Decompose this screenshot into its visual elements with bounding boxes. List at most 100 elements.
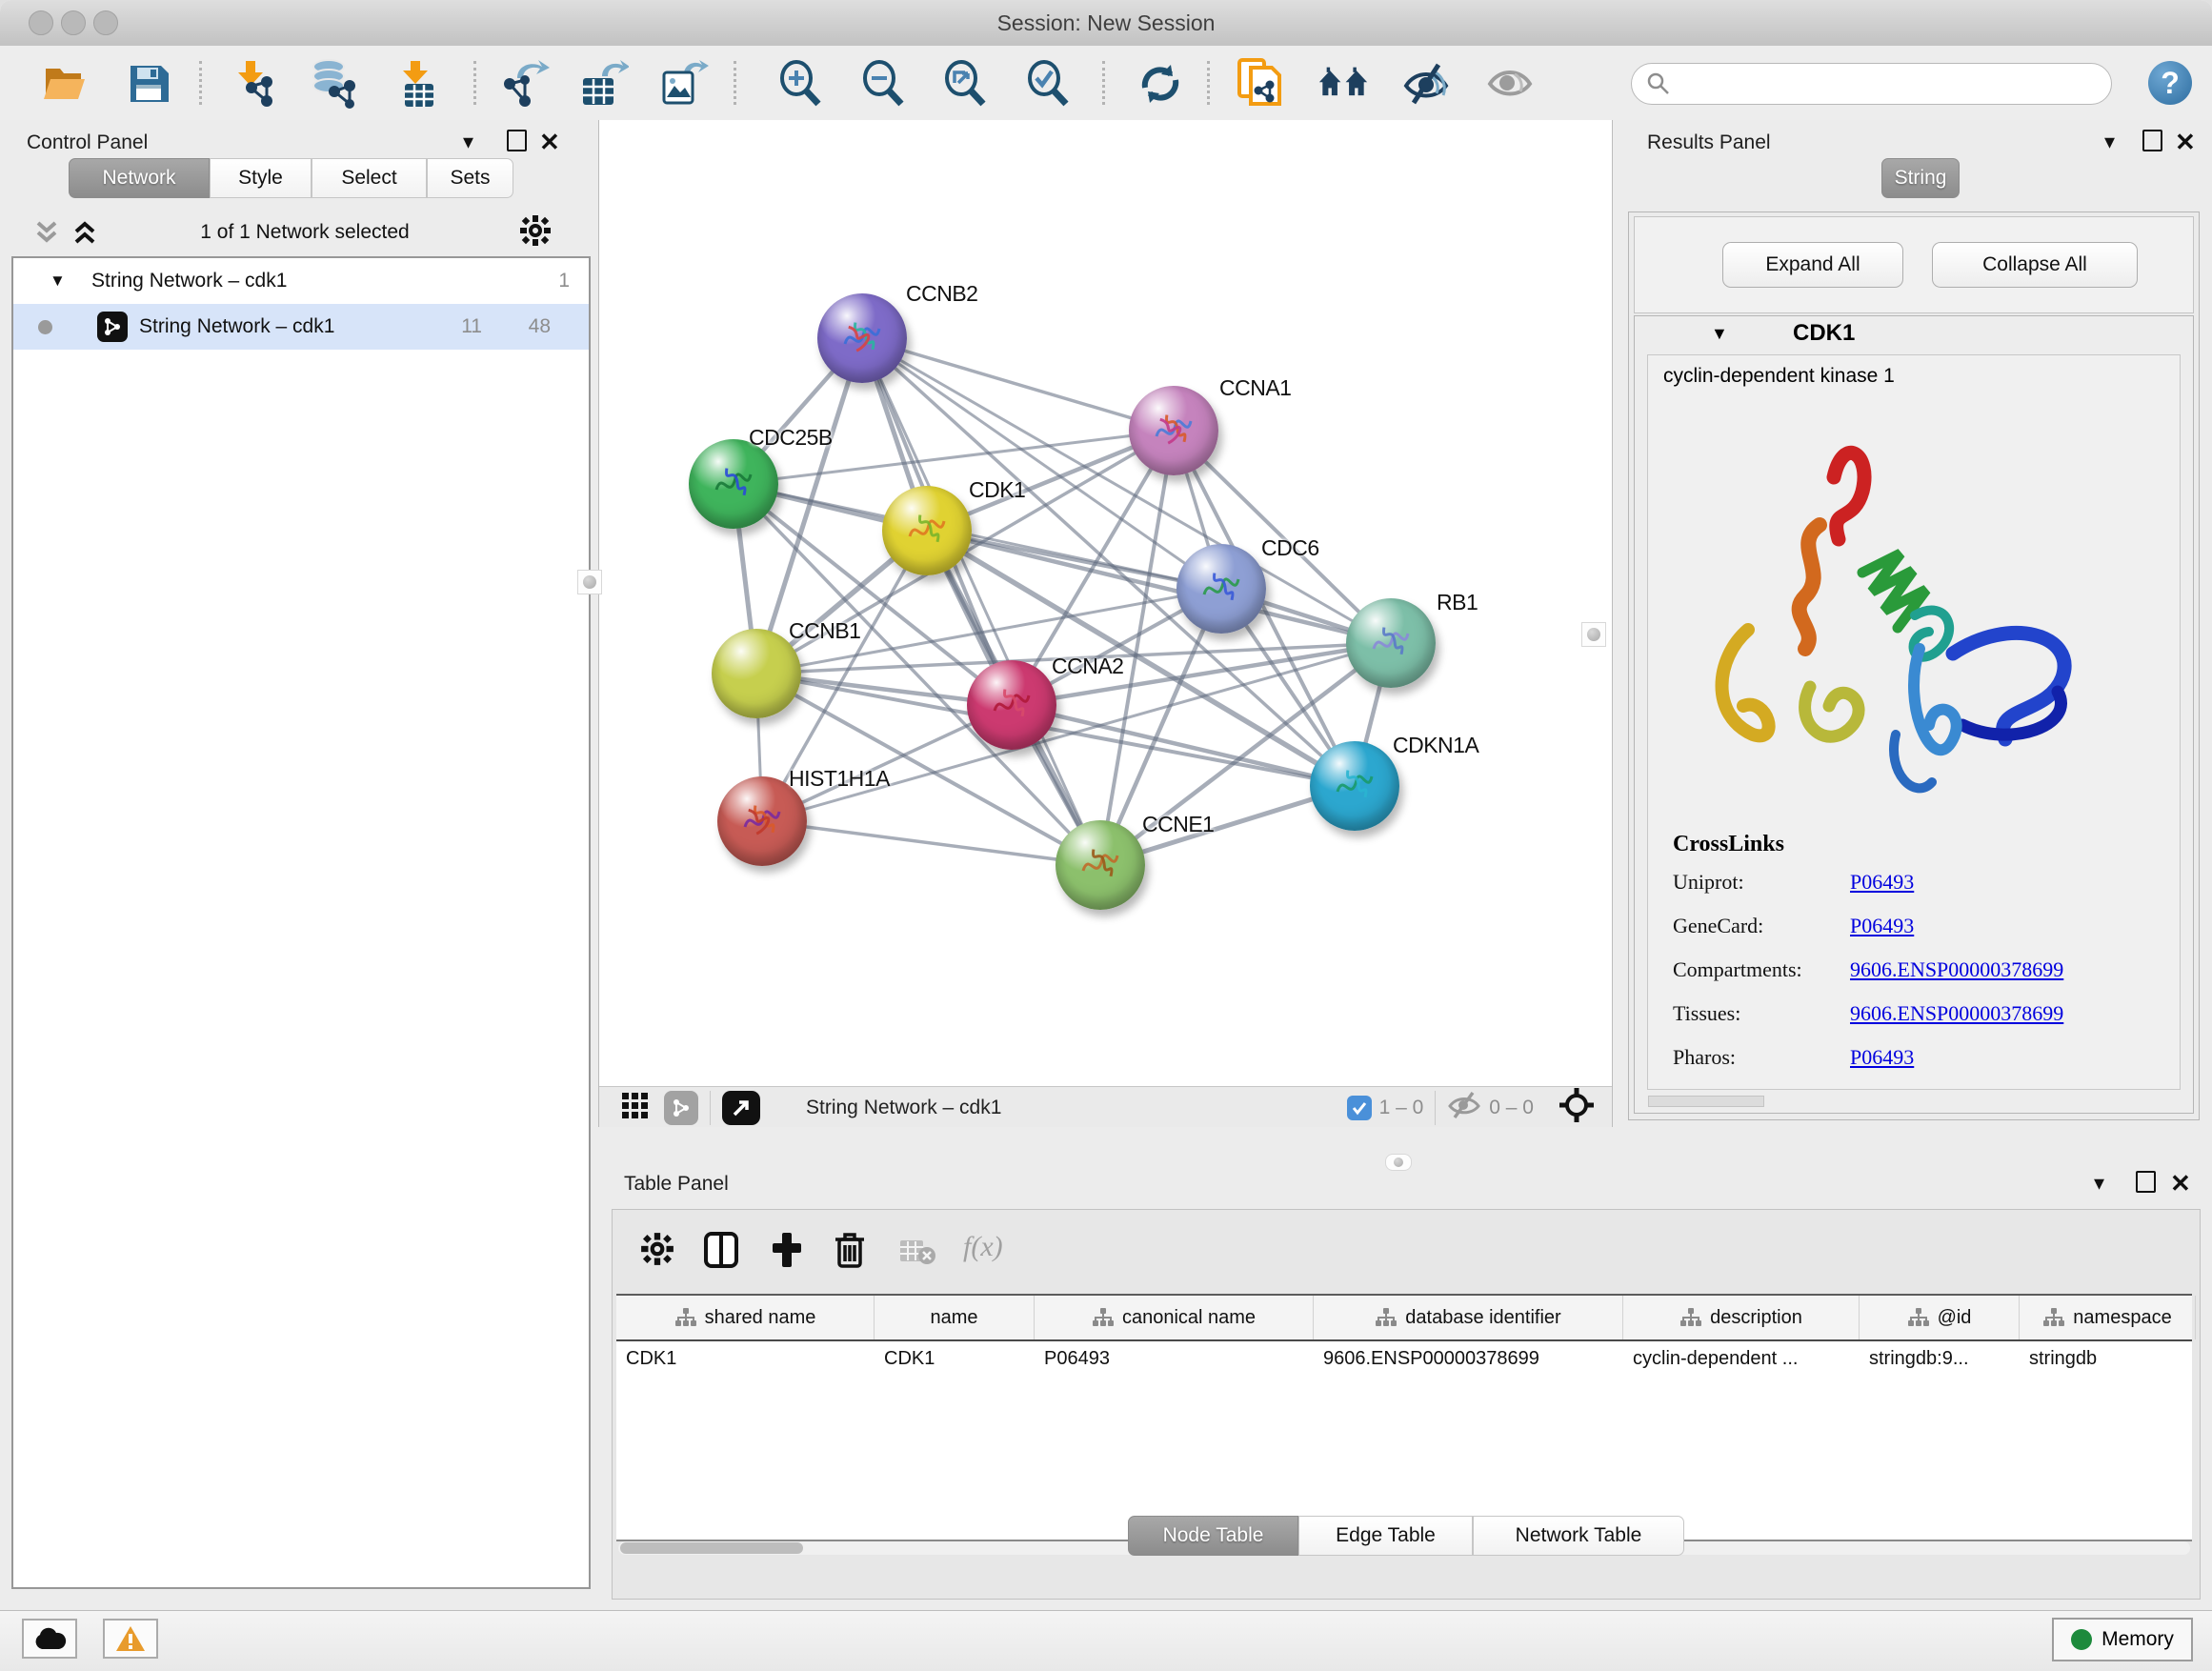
- help-button[interactable]: ?: [2148, 61, 2192, 105]
- network-node-CDC6[interactable]: [1176, 544, 1266, 634]
- edge-CCNB2-CCNA1[interactable]: [862, 338, 1174, 431]
- crosslink-link[interactable]: 9606.ENSP00000378699: [1850, 1001, 2063, 1026]
- network-node-CCNB2[interactable]: [817, 293, 907, 383]
- column-header--id[interactable]: @id: [1860, 1296, 2020, 1339]
- first-neighbors-icon[interactable]: [1318, 59, 1368, 109]
- collapse-all-button[interactable]: Collapse All: [1932, 242, 2138, 288]
- zoom-out-icon[interactable]: [859, 59, 909, 109]
- network-node-CDC25B[interactable]: [689, 439, 778, 529]
- memory-button[interactable]: Memory: [2052, 1618, 2193, 1661]
- search-input[interactable]: [1672, 72, 2085, 96]
- delete-column-trash-icon[interactable]: [834, 1231, 866, 1274]
- panel-undock-icon[interactable]: [2136, 1171, 2156, 1193]
- column-header-database-identifier[interactable]: database identifier: [1314, 1296, 1623, 1339]
- tab-select[interactable]: Select: [312, 158, 427, 198]
- panel-undock-icon[interactable]: [2142, 130, 2162, 151]
- import-database-icon[interactable]: [310, 59, 359, 109]
- table-cell[interactable]: CDK1: [616, 1348, 875, 1370]
- refresh-icon[interactable]: [1136, 59, 1185, 109]
- table-row[interactable]: CDK1CDK1P064939606.ENSP00000378699cyclin…: [616, 1341, 2192, 1376]
- collapse-all-networks-icon[interactable]: [32, 219, 61, 251]
- column-header-canonical-name[interactable]: canonical name: [1035, 1296, 1314, 1339]
- export-image-icon[interactable]: [659, 59, 709, 109]
- network-node-CDK1[interactable]: [882, 486, 972, 575]
- tab-string[interactable]: String: [1881, 158, 1960, 198]
- scrollbar-thumb[interactable]: [620, 1542, 803, 1554]
- table-cell[interactable]: CDK1: [875, 1348, 1035, 1370]
- edge-CCNB2-CCNE1[interactable]: [862, 338, 1100, 865]
- selected-checkbox-icon[interactable]: [1347, 1096, 1372, 1120]
- tab-sets[interactable]: Sets: [427, 158, 513, 198]
- column-header-namespace[interactable]: namespace: [2020, 1296, 2196, 1339]
- results-scrollbar[interactable]: [1648, 1096, 1764, 1107]
- column-header-shared-name[interactable]: shared name: [616, 1296, 875, 1339]
- tab-edge-table[interactable]: Edge Table: [1298, 1516, 1473, 1556]
- export-network-icon[interactable]: [500, 59, 550, 109]
- panel-float-icon[interactable]: ▾: [463, 131, 473, 152]
- add-column-icon[interactable]: [769, 1231, 805, 1274]
- panel-close-icon[interactable]: ✕: [2170, 1171, 2191, 1196]
- open-session-icon[interactable]: [40, 59, 90, 109]
- panel-close-icon[interactable]: ✕: [2175, 130, 2196, 154]
- table-cell[interactable]: P06493: [1035, 1348, 1314, 1370]
- column-header-description[interactable]: description: [1623, 1296, 1860, 1339]
- network-node-CCNE1[interactable]: [1056, 820, 1145, 910]
- tab-network-table[interactable]: Network Table: [1473, 1516, 1684, 1556]
- edge-CDK1-RB1[interactable]: [927, 531, 1391, 643]
- cloud-status-button[interactable]: [22, 1619, 77, 1659]
- network-canvas[interactable]: CCNB2CCNA1CDC25BCDK1CDC6RB1CCNB1CCNA2CDK…: [599, 120, 1612, 1086]
- network-node-CCNA2[interactable]: [967, 660, 1056, 750]
- table-cell[interactable]: stringdb:9...: [1860, 1348, 2020, 1370]
- table-cell[interactable]: stringdb: [2020, 1348, 2196, 1370]
- expand-all-button[interactable]: Expand All: [1722, 242, 1903, 288]
- expand-all-networks-icon[interactable]: [70, 219, 99, 251]
- search-box[interactable]: [1631, 63, 2112, 105]
- result-expander-icon[interactable]: ▼: [1711, 324, 1728, 344]
- left-splitter-grip[interactable]: [577, 570, 602, 594]
- column-header-name[interactable]: name: [875, 1296, 1035, 1339]
- import-network-icon[interactable]: [229, 59, 278, 109]
- table-cell[interactable]: cyclin-dependent ...: [1623, 1348, 1860, 1370]
- birdseye-grid-icon[interactable]: [620, 1090, 651, 1125]
- network-options-gear-icon[interactable]: [518, 213, 553, 252]
- hide-selected-icon[interactable]: [1402, 59, 1452, 109]
- crosslink-link[interactable]: P06493: [1850, 914, 1914, 938]
- network-node-RB1[interactable]: [1346, 598, 1436, 688]
- export-table-icon[interactable]: [579, 59, 629, 109]
- warnings-button[interactable]: [103, 1619, 158, 1659]
- right-splitter-grip[interactable]: [1581, 622, 1606, 647]
- clone-network-icon[interactable]: [1235, 59, 1284, 109]
- hidden-eye-icon[interactable]: [1447, 1091, 1481, 1124]
- show-columns-icon[interactable]: [702, 1231, 740, 1274]
- horizontal-splitter-grip[interactable]: [1385, 1154, 1412, 1171]
- table-cell[interactable]: 9606.ENSP00000378699: [1314, 1348, 1623, 1370]
- network-row-selected[interactable]: String Network – cdk1 11 48: [13, 304, 589, 350]
- open-in-new-window-icon[interactable]: [722, 1091, 760, 1125]
- panel-undock-icon[interactable]: [507, 130, 527, 151]
- edge-CCNE1-HIST1H1A[interactable]: [762, 821, 1100, 865]
- panel-close-icon[interactable]: ✕: [539, 130, 560, 154]
- save-session-icon[interactable]: [124, 59, 173, 109]
- crosslink-link[interactable]: 9606.ENSP00000378699: [1850, 957, 2063, 982]
- import-table-icon[interactable]: [393, 59, 443, 109]
- crosslink-link[interactable]: P06493: [1850, 870, 1914, 895]
- network-node-CCNA1[interactable]: [1129, 386, 1218, 475]
- zoom-fit-icon[interactable]: [941, 59, 991, 109]
- zoom-in-icon[interactable]: [776, 59, 826, 109]
- network-node-CDKN1A[interactable]: [1310, 741, 1399, 831]
- tab-style[interactable]: Style: [210, 158, 312, 198]
- table-options-gear-icon[interactable]: [639, 1231, 675, 1272]
- network-node-CCNB1[interactable]: [712, 629, 801, 718]
- panel-float-icon[interactable]: ▾: [2104, 131, 2115, 152]
- fit-crosshair-icon[interactable]: [1558, 1087, 1595, 1128]
- collection-expander-icon[interactable]: ▼: [50, 272, 66, 291]
- show-all-icon[interactable]: [1486, 59, 1536, 109]
- tab-node-table[interactable]: Node Table: [1128, 1516, 1298, 1556]
- tab-network[interactable]: Network: [69, 158, 210, 198]
- panel-float-icon[interactable]: ▾: [2094, 1173, 2104, 1194]
- crosslink-link[interactable]: P06493: [1850, 1045, 1914, 1070]
- network-collection-row[interactable]: ▼ String Network – cdk1 1: [13, 258, 589, 304]
- edge-CCNA2-CDKN1A[interactable]: [1012, 705, 1355, 786]
- zoom-selected-icon[interactable]: [1024, 59, 1074, 109]
- network-share-toggle-icon[interactable]: [664, 1091, 698, 1125]
